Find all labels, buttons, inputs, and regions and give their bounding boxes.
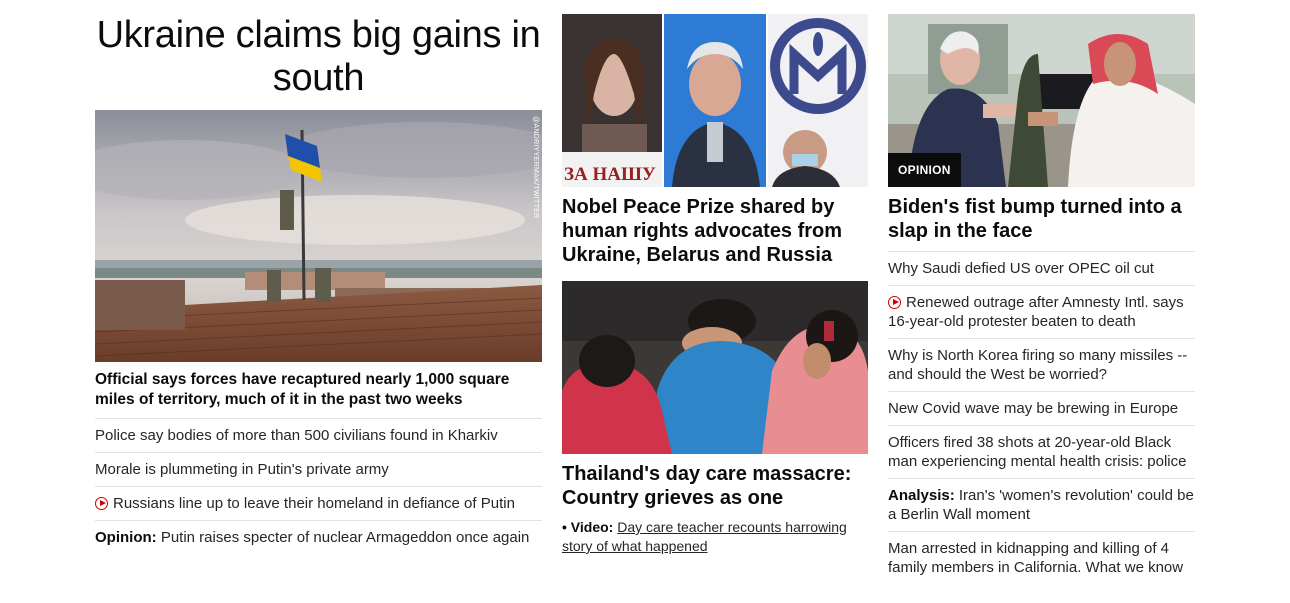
nobel-image[interactable]: ЗА НАШУ	[562, 14, 868, 187]
list-item[interactable]: Renewed outrage after Amnesty Intl. says…	[888, 285, 1195, 338]
list-item[interactable]: Man arrested in kidnapping and killing o…	[888, 531, 1195, 584]
list-item-text[interactable]: Officers fired 38 shots at 20-year-old B…	[888, 434, 1186, 470]
list-item[interactable]: New Covid wave may be brewing in Europe	[888, 391, 1195, 425]
thailand-headline[interactable]: Thailand's day care massacre: Country gr…	[562, 462, 868, 510]
list-item[interactable]: Analysis: Iran's 'women's revolution' co…	[888, 478, 1195, 531]
lead-photo-illustration	[95, 110, 542, 362]
list-item[interactable]: Officers fired 38 shots at 20-year-old B…	[888, 425, 1195, 478]
list-item-text[interactable]: Putin raises specter of nuclear Armagedd…	[161, 529, 530, 546]
list-item-label: Opinion:	[95, 529, 157, 546]
image-credit: @ANDRIYYERMAK/TWITTER	[532, 116, 539, 219]
list-item-text[interactable]: Man arrested in kidnapping and killing o…	[888, 540, 1183, 576]
list-item[interactable]: Morale is plummeting in Putin's private …	[95, 452, 542, 486]
thailand-image[interactable]	[562, 281, 868, 454]
list-item-text[interactable]: Why is North Korea firing so many missil…	[888, 347, 1187, 383]
list-item-text[interactable]: New Covid wave may be brewing in Europe	[888, 400, 1178, 417]
play-icon	[95, 497, 108, 510]
nobel-headline[interactable]: Nobel Peace Prize shared by human rights…	[562, 195, 868, 267]
biden-image[interactable]: OPINION	[888, 14, 1195, 187]
list-item-text[interactable]: Russians line up to leave their homeland…	[113, 495, 515, 512]
list-item-text[interactable]: Morale is plummeting in Putin's private …	[95, 461, 389, 478]
list-item-text[interactable]: Police say bodies of more than 500 civil…	[95, 427, 498, 444]
sign-text: ЗА НАШУ	[564, 164, 656, 185]
list-item[interactable]: Why Saudi defied US over OPEC oil cut	[888, 251, 1195, 285]
list-item-text[interactable]: Renewed outrage after Amnesty Intl. says…	[888, 294, 1184, 330]
video-label-bullet: •	[562, 519, 571, 535]
opinion-badge: OPINION	[888, 153, 961, 187]
right-link-list: Why Saudi defied US over OPEC oil cut Re…	[888, 251, 1195, 584]
lead-headline[interactable]: Ukraine claims big gains in south	[95, 14, 542, 100]
list-item[interactable]: Opinion: Putin raises specter of nuclear…	[95, 520, 542, 554]
lead-caption[interactable]: Official says forces have recaptured nea…	[95, 370, 542, 410]
play-icon	[888, 296, 901, 309]
video-link-line: • Video: Day care teacher recounts harro…	[562, 518, 868, 556]
video-label: Video:	[570, 519, 614, 535]
right-column: OPINION Biden's fist bump turned into a …	[888, 14, 1195, 584]
list-item-label: Analysis:	[888, 487, 955, 504]
middle-column: ЗА НАШУ Nobel Peace Prize shared by huma…	[562, 14, 868, 556]
left-link-list: Police say bodies of more than 500 civil…	[95, 418, 542, 554]
left-column: Ukraine claims big gains in south @ANDRI…	[95, 14, 542, 554]
list-item[interactable]: Police say bodies of more than 500 civil…	[95, 418, 542, 452]
biden-headline[interactable]: Biden's fist bump turned into a slap in …	[888, 195, 1195, 243]
nobel-photo-illustration: ЗА НАШУ	[562, 14, 868, 187]
list-item-text[interactable]: Why Saudi defied US over OPEC oil cut	[888, 260, 1154, 277]
thailand-photo-illustration	[562, 281, 868, 454]
list-item[interactable]: Why is North Korea firing so many missil…	[888, 338, 1195, 391]
list-item[interactable]: Russians line up to leave their homeland…	[95, 486, 542, 520]
lead-image[interactable]: @ANDRIYYERMAK/TWITTER	[95, 110, 542, 362]
